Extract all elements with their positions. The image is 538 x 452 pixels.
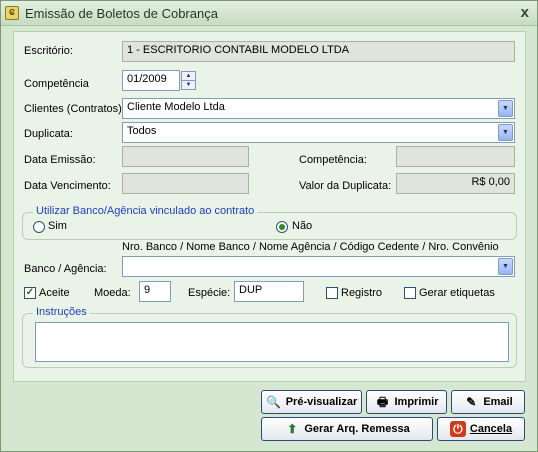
escritorio-field: 1 - ESCRITORIO CONTABIL MODELO LTDA bbox=[122, 41, 515, 62]
registro-checkbox[interactable] bbox=[326, 287, 338, 299]
data-emissao-field bbox=[122, 146, 249, 167]
email-label: Email bbox=[483, 396, 513, 408]
moeda-label: Moeda: bbox=[94, 287, 131, 299]
title-bar[interactable]: ₢ Emissão de Boletos de Cobrança x bbox=[1, 1, 537, 26]
printer-icon: 🖶 bbox=[376, 395, 389, 409]
competencia-spinner[interactable]: ▲ ▼ bbox=[181, 71, 196, 90]
window-title: Emissão de Boletos de Cobrança bbox=[25, 6, 218, 21]
print-label: Imprimir bbox=[394, 396, 439, 408]
radio-sim[interactable] bbox=[33, 221, 45, 233]
data-emissao-label: Data Emissão: bbox=[24, 154, 96, 166]
banco-hint: Nro. Banco / Nome Banco / Nome Agência /… bbox=[122, 241, 499, 253]
competencia2-label: Competência: bbox=[299, 154, 367, 166]
clientes-label: Clientes (Contratos): bbox=[24, 103, 125, 115]
aceite-label[interactable]: Aceite bbox=[39, 287, 70, 299]
pen-icon: ✎ bbox=[466, 395, 477, 409]
cancel-label: Cancela bbox=[469, 423, 513, 435]
preview-label: Pré-visualizar bbox=[285, 396, 358, 408]
duplicata-select[interactable]: Todos ▼ bbox=[122, 122, 515, 143]
escritorio-label: Escritório: bbox=[24, 45, 73, 57]
close-button[interactable]: x bbox=[521, 4, 529, 21]
competencia-input[interactable]: 01/2009 bbox=[122, 70, 180, 91]
registro-label[interactable]: Registro bbox=[341, 287, 382, 299]
spin-down-icon[interactable]: ▼ bbox=[182, 81, 195, 90]
chevron-down-icon[interactable]: ▼ bbox=[498, 124, 513, 141]
radio-sim-label[interactable]: Sim bbox=[48, 220, 67, 232]
app-icon: ₢ bbox=[5, 6, 19, 20]
disk-arrow-icon: ⬆ bbox=[287, 422, 298, 436]
etiquetas-label[interactable]: Gerar etiquetas bbox=[419, 287, 495, 299]
instrucoes-title: Instruções bbox=[33, 306, 90, 318]
gerar-remessa-button[interactable]: ⬆ Gerar Arq. Remessa bbox=[261, 417, 433, 441]
gerar-remessa-label: Gerar Arq. Remessa bbox=[304, 423, 410, 435]
preview-button[interactable]: 🔍 Pré-visualizar bbox=[261, 390, 362, 414]
power-icon: ⏻ bbox=[449, 421, 466, 437]
banco-group-title: Utilizar Banco/Agência vinculado ao cont… bbox=[33, 205, 258, 217]
emissao-boletos-window: ₢ Emissão de Boletos de Cobrança x Escri… bbox=[0, 0, 538, 452]
competencia-label: Competência bbox=[24, 78, 89, 90]
chevron-down-icon[interactable]: ▼ bbox=[498, 100, 513, 117]
moeda-input[interactable]: 9 bbox=[139, 281, 171, 302]
banco-label: Banco / Agência: bbox=[24, 263, 107, 275]
especie-input[interactable]: DUP bbox=[234, 281, 304, 302]
email-button[interactable]: ✎ Email bbox=[451, 390, 525, 414]
etiquetas-checkbox[interactable] bbox=[404, 287, 416, 299]
instrucoes-textarea[interactable] bbox=[35, 322, 509, 362]
valor-duplicata-label: Valor da Duplicata: bbox=[299, 180, 392, 192]
clientes-select[interactable]: Cliente Modelo Ltda ▼ bbox=[122, 98, 515, 119]
competencia2-field bbox=[396, 146, 515, 167]
instrucoes-group: Instruções bbox=[22, 306, 517, 368]
magnifier-icon: 🔍 bbox=[266, 395, 282, 409]
banco-select[interactable]: ▼ bbox=[122, 256, 515, 277]
radio-nao[interactable] bbox=[276, 221, 288, 233]
duplicata-label: Duplicata: bbox=[24, 128, 73, 140]
valor-duplicata-field: R$ 0,00 bbox=[396, 173, 515, 194]
spin-up-icon[interactable]: ▲ bbox=[182, 72, 195, 81]
chevron-down-icon[interactable]: ▼ bbox=[498, 258, 513, 275]
duplicata-value: Todos bbox=[127, 125, 157, 137]
especie-label: Espécie: bbox=[188, 287, 231, 299]
banco-vinculado-group: Utilizar Banco/Agência vinculado ao cont… bbox=[22, 205, 517, 240]
clientes-value: Cliente Modelo Ltda bbox=[127, 101, 225, 113]
form-panel: Escritório: 1 - ESCRITORIO CONTABIL MODE… bbox=[13, 31, 526, 382]
data-vencimento-field bbox=[122, 173, 249, 194]
print-button[interactable]: 🖶 Imprimir bbox=[366, 390, 447, 414]
data-vencimento-label: Data Vencimento: bbox=[24, 180, 111, 192]
aceite-checkbox[interactable]: ✓ bbox=[24, 287, 36, 299]
radio-nao-label[interactable]: Não bbox=[292, 220, 312, 232]
cancel-button[interactable]: ⏻ Cancela bbox=[437, 417, 525, 441]
